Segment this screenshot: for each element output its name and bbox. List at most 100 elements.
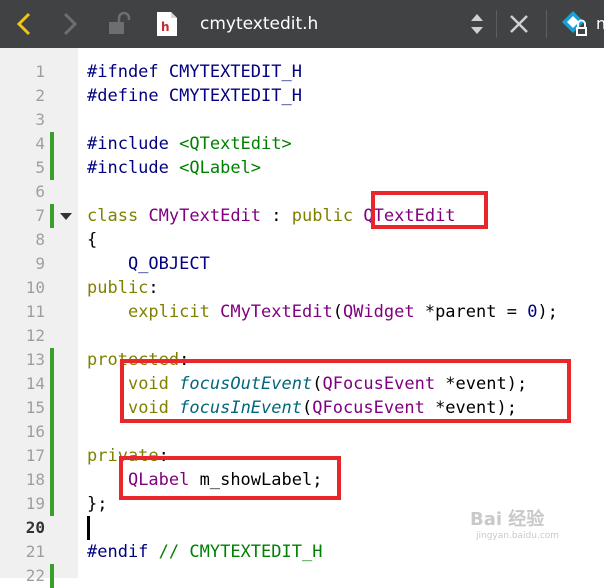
code-line[interactable]: 2 #define CMYTEXTEDIT_H [0, 84, 604, 108]
modified-line-marker [50, 156, 54, 180]
code-text[interactable]: }; [87, 492, 107, 516]
back-button[interactable] [6, 0, 42, 48]
file-selector-arrows[interactable] [466, 0, 488, 48]
chevron-left-icon [16, 12, 31, 36]
code-line[interactable]: 22 [0, 564, 604, 588]
code-line[interactable]: 7 class CMyTextEdit : public QTextEdit [0, 204, 604, 228]
code-token: CMYTEXTEDIT_H [158, 86, 302, 106]
forward-button[interactable] [52, 0, 88, 48]
class-symbol-button[interactable] [558, 0, 592, 48]
code-token: *parent = [414, 302, 528, 322]
code-line[interactable]: 10 public: [0, 276, 604, 300]
code-token: focusInEvent [179, 398, 302, 418]
code-text[interactable]: protected: [87, 348, 189, 372]
code-text[interactable]: #endif // CMYTEXTEDIT_H [87, 540, 322, 564]
code-text[interactable]: { [87, 228, 97, 252]
modified-line-marker [50, 420, 54, 444]
code-text[interactable]: #include <QLabel> [87, 156, 261, 180]
code-token: ( [301, 398, 313, 418]
code-line[interactable]: 16 [0, 420, 604, 444]
code-token: private [87, 446, 159, 466]
watermark: Bai 经验 jingyan.baidu.com [470, 505, 559, 541]
code-token: #endif [87, 542, 149, 562]
modified-line-marker [50, 204, 54, 228]
line-number: 2 [35, 86, 45, 105]
line-number: 13 [25, 350, 45, 369]
line-number: 3 [35, 110, 45, 129]
code-token: QFocusEvent [312, 398, 425, 418]
watermark-subtext: jingyan.baidu.com [476, 531, 560, 541]
code-text[interactable]: QLabel m_showLabel; [87, 468, 322, 492]
modified-line-marker [50, 372, 54, 396]
code-text[interactable]: private: [87, 444, 169, 468]
code-line[interactable]: 11 explicit CMyTextEdit(QWidget *parent … [0, 300, 604, 324]
modified-line-marker [50, 444, 54, 468]
code-token: <QLabel> [179, 158, 262, 178]
code-token: QWidget [342, 302, 415, 322]
line-number: 22 [25, 566, 45, 585]
code-line[interactable]: 9 Q_OBJECT [0, 252, 604, 276]
code-token: #include [87, 158, 169, 178]
code-token: { [87, 230, 98, 250]
close-file-button[interactable] [504, 0, 534, 48]
code-token: ( [332, 302, 343, 322]
code-line[interactable]: 3 [0, 108, 604, 132]
line-number: 7 [35, 206, 45, 225]
code-token: protected [87, 350, 180, 370]
code-text[interactable]: #define CMYTEXTEDIT_H [87, 84, 302, 108]
code-line[interactable]: 15 void focusInEvent(QFocusEvent *event)… [0, 396, 604, 420]
code-token: ( [312, 374, 323, 394]
code-line[interactable]: 1 #ifndef CMYTEXTEDIT_H [0, 60, 604, 84]
text-cursor [87, 516, 90, 540]
code-token: public [87, 278, 149, 298]
code-text[interactable]: Q_OBJECT [87, 252, 210, 276]
code-line[interactable]: 6 [0, 180, 604, 204]
code-token: QFocusEvent [322, 374, 436, 394]
modified-line-marker [50, 348, 54, 372]
lock-button[interactable] [104, 0, 134, 48]
modified-line-marker [50, 492, 54, 516]
code-line[interactable]: 5 #include <QLabel> [0, 156, 604, 180]
code-token: QLabel [127, 470, 190, 490]
code-text[interactable]: #include <QTextEdit> [87, 132, 292, 156]
code-text[interactable]: void focusOutEvent(QFocusEvent *event); [87, 372, 527, 396]
line-number: 8 [35, 230, 45, 249]
code-token: void [127, 398, 169, 418]
code-text[interactable]: public: [87, 276, 159, 300]
code-line[interactable]: 12 [0, 324, 604, 348]
code-token: class [87, 206, 139, 226]
watermark-text: Bai 经验 [470, 509, 545, 530]
code-text[interactable]: #ifndef CMYTEXTEDIT_H [87, 60, 302, 84]
code-line[interactable]: 4 #include <QTextEdit> [0, 132, 604, 156]
modified-line-marker [50, 564, 54, 588]
code-text[interactable]: void focusInEvent(QFocusEvent *event); [87, 396, 517, 420]
code-token: *event); [424, 398, 517, 418]
code-token: explicit [127, 302, 210, 322]
line-number: 18 [25, 470, 45, 489]
code-text[interactable]: explicit CMyTextEdit(QWidget *parent = 0… [87, 300, 558, 324]
modified-line-marker [50, 132, 54, 156]
line-number: 20 [25, 518, 45, 537]
fold-arrow-icon[interactable] [60, 213, 72, 220]
code-line[interactable]: 8{ [0, 228, 604, 252]
code-line[interactable]: 13 protected: [0, 348, 604, 372]
modified-line-marker [50, 468, 54, 492]
code-token: CMyTextEdit [148, 206, 262, 226]
code-line[interactable]: 18 QLabel m_showLabel; [0, 468, 604, 492]
code-token: void [127, 374, 169, 394]
code-line[interactable]: 21 #endif // CMYTEXTEDIT_H [0, 540, 604, 564]
code-line[interactable]: 14 void focusOutEvent(QFocusEvent *event… [0, 372, 604, 396]
code-line[interactable]: 17 private: [0, 444, 604, 468]
code-token: : [158, 446, 169, 466]
code-text[interactable]: class CMyTextEdit : public QTextEdit [87, 204, 456, 228]
code-token: : [261, 206, 292, 226]
file-name[interactable]: cmytextedit.h [200, 0, 318, 48]
code-token: #ifndef [87, 62, 159, 82]
code-token: CMYTEXTEDIT_H [158, 62, 302, 82]
